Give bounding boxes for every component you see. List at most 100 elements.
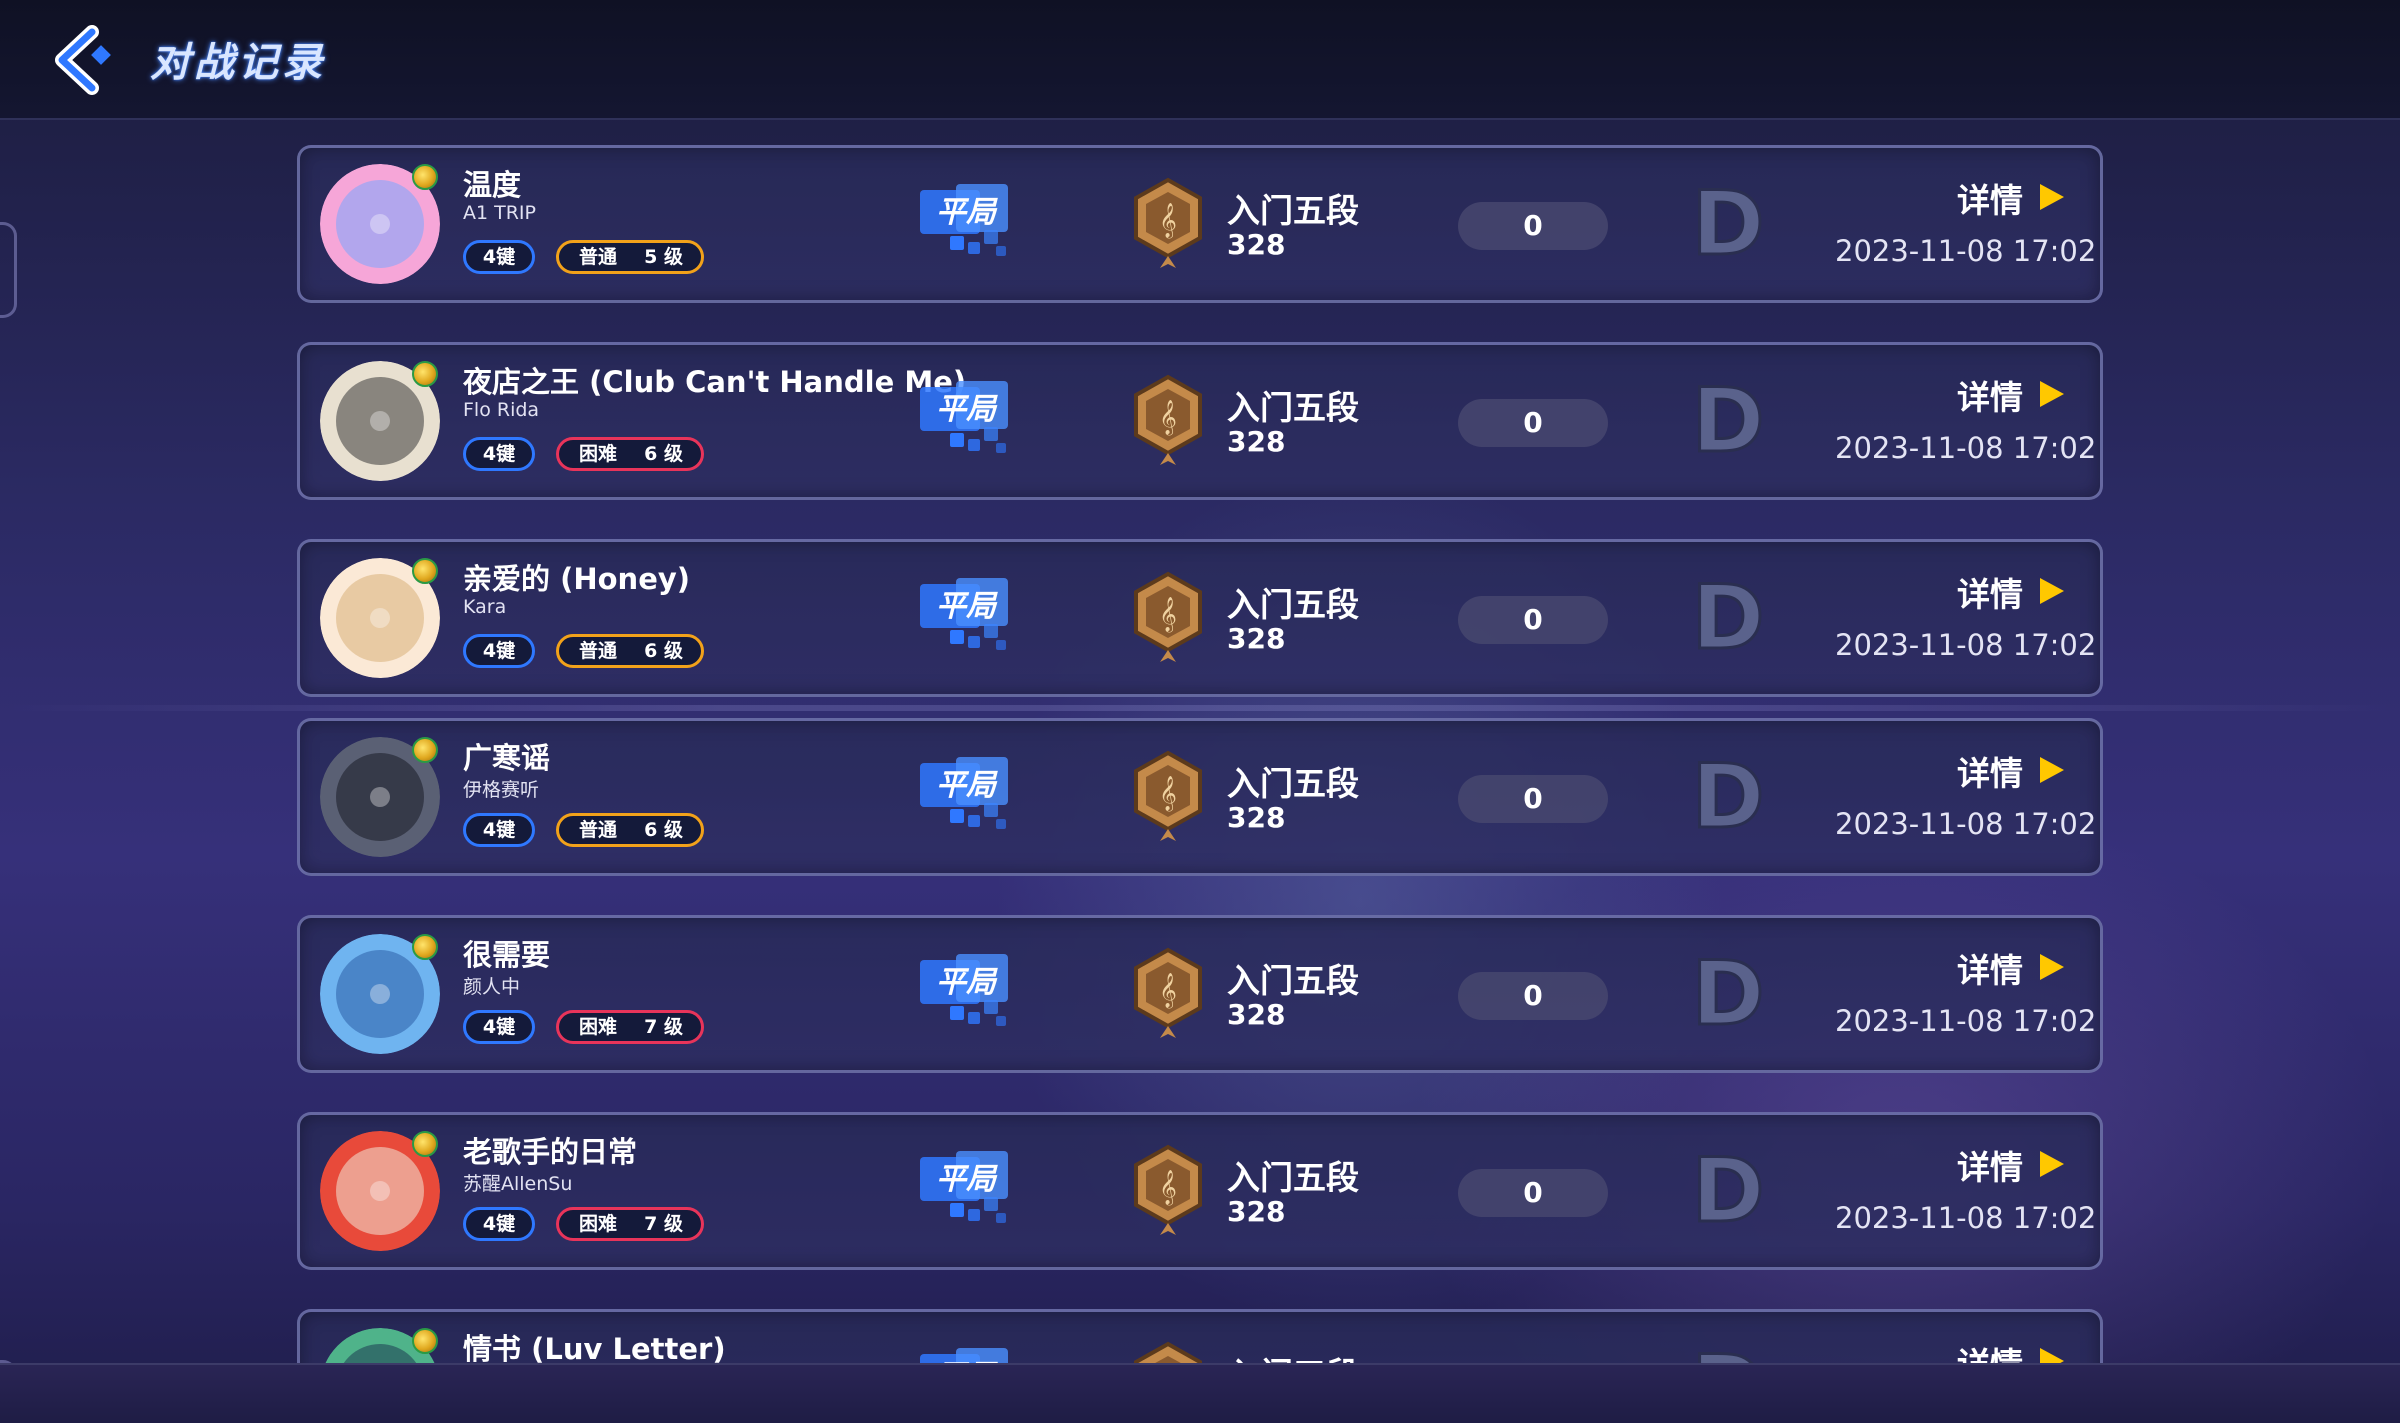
svg-text:平局: 平局 — [936, 768, 998, 803]
difficulty-label: 普通 — [579, 819, 618, 841]
grade-icon: D — [1688, 171, 1768, 277]
match-score: 0 — [1458, 972, 1608, 1020]
song-title: 老歌手的日常 — [463, 1135, 638, 1169]
svg-text:D: D — [1691, 948, 1764, 1038]
play-arrow-icon[interactable] — [2038, 755, 2066, 785]
svg-text:平局: 平局 — [936, 1162, 998, 1197]
rank-name: 入门五段 — [1227, 764, 1359, 803]
grade-icon: D — [1688, 941, 1768, 1047]
rank-name: 入门五段 — [1227, 1348, 1359, 1363]
svg-text:D: D — [1691, 1342, 1764, 1363]
artist-name: Flo Rida — [463, 399, 540, 421]
difficulty-badge: 困难 6 级 — [556, 437, 704, 471]
record-row[interactable]: 老歌手的日常 苏醒AllenSu 4键 困难 7 级 平局 𝄞 入门五段 328… — [297, 1112, 2103, 1270]
record-row[interactable]: 很需要 颜人中 4键 困难 7 级 平局 𝄞 入门五段 328 0 D 详情 2… — [297, 915, 2103, 1073]
record-row[interactable]: 广寒谣 伊格赛听 4键 普通 6 级 平局 𝄞 入门五段 328 0 D 详情 … — [297, 718, 2103, 876]
detail-link[interactable]: 详情 — [1957, 1141, 2023, 1189]
rank-points: 328 — [1227, 1195, 1286, 1228]
play-arrow-icon[interactable] — [2038, 952, 2066, 982]
svg-text:𝄞: 𝄞 — [1159, 776, 1177, 812]
difficulty-label: 困难 — [579, 1016, 618, 1038]
svg-text:𝄞: 𝄞 — [1159, 400, 1177, 436]
match-timestamp: 2023-11-08 17:02 — [1835, 431, 2097, 465]
svg-text:𝄞: 𝄞 — [1159, 1170, 1177, 1206]
key-mode-badge: 4键 — [463, 634, 535, 668]
play-arrow-icon[interactable] — [2038, 1149, 2066, 1179]
record-row[interactable]: 亲爱的 (Honey) Kara 4键 普通 6 级 平局 𝄞 入门五段 328… — [297, 539, 2103, 697]
svg-text:𝄞: 𝄞 — [1159, 597, 1177, 633]
difficulty-level: 5 级 — [644, 246, 683, 268]
coin-badge-icon — [412, 1328, 438, 1354]
record-list[interactable]: 温度 A1 TRIP 4键 普通 5 级 平局 𝄞 入门五段 328 0 D 详… — [297, 145, 2103, 1363]
detail-link[interactable]: 详情 — [1957, 1338, 2023, 1363]
draw-result-icon: 平局 — [920, 1147, 1012, 1231]
difficulty-label: 困难 — [579, 443, 618, 465]
back-chevron-icon — [55, 25, 111, 95]
page-title: 对战记录 — [150, 40, 326, 86]
artist-name: 颜人中 — [463, 976, 521, 998]
svg-text:平局: 平局 — [936, 195, 998, 230]
detail-link[interactable]: 详情 — [1957, 371, 2023, 419]
coin-badge-icon — [412, 737, 438, 763]
difficulty-badge: 普通 6 级 — [556, 813, 704, 847]
svg-text:D: D — [1691, 1145, 1764, 1235]
bottom-bar — [0, 1363, 2400, 1423]
battle-records-screen: { "header": { "title": "对战记录" }, "record… — [0, 0, 2400, 1423]
draw-result-icon: 平局 — [920, 753, 1012, 837]
match-timestamp: 2023-11-08 17:02 — [1835, 1004, 2097, 1038]
rank-points: 328 — [1227, 622, 1286, 655]
rank-points: 328 — [1227, 998, 1286, 1031]
svg-text:平局: 平局 — [936, 589, 998, 624]
rank-badge-icon: 𝄞 — [1130, 749, 1206, 845]
svg-text:D: D — [1691, 751, 1764, 841]
match-score: 0 — [1458, 399, 1608, 447]
grade-icon: D — [1688, 565, 1768, 671]
match-timestamp: 2023-11-08 17:02 — [1835, 234, 2097, 268]
song-title: 夜店之王 (Club Can't Handle Me) — [463, 365, 967, 399]
key-mode-badge: 4键 — [463, 437, 535, 471]
record-row[interactable]: 温度 A1 TRIP 4键 普通 5 级 平局 𝄞 入门五段 328 0 D 详… — [297, 145, 2103, 303]
song-title: 亲爱的 (Honey) — [463, 562, 691, 596]
svg-text:D: D — [1691, 178, 1764, 268]
rank-name: 入门五段 — [1227, 191, 1359, 230]
match-score: 0 — [1458, 596, 1608, 644]
svg-text:𝄞: 𝄞 — [1159, 973, 1177, 1009]
match-timestamp: 2023-11-08 17:02 — [1835, 1201, 2097, 1235]
draw-result-icon: 平局 — [920, 574, 1012, 658]
svg-text:D: D — [1691, 375, 1764, 465]
rank-points: 328 — [1227, 801, 1286, 834]
record-row[interactable]: 夜店之王 (Club Can't Handle Me) Flo Rida 4键 … — [297, 342, 2103, 500]
detail-link[interactable]: 详情 — [1957, 568, 2023, 616]
detail-link[interactable]: 详情 — [1957, 944, 2023, 992]
grade-icon: D — [1688, 1335, 1768, 1364]
rank-name: 入门五段 — [1227, 585, 1359, 624]
difficulty-label: 困难 — [579, 1213, 618, 1235]
rank-badge-icon: 𝄞 — [1130, 1143, 1206, 1239]
coin-badge-icon — [412, 361, 438, 387]
back-button[interactable] — [44, 24, 120, 96]
song-title: 情书 (Luv Letter) — [463, 1332, 726, 1363]
coin-badge-icon — [412, 934, 438, 960]
grade-icon: D — [1688, 744, 1768, 850]
match-timestamp: 2023-11-08 17:02 — [1835, 628, 2097, 662]
song-title: 温度 — [463, 168, 522, 202]
play-arrow-icon[interactable] — [2038, 1346, 2066, 1363]
draw-result-icon: 平局 — [920, 180, 1012, 264]
grade-icon: D — [1688, 368, 1768, 474]
record-row[interactable]: 情书 (Luv Letter) DJ.Okawari 平局 𝄞 — [297, 1309, 2103, 1363]
difficulty-badge: 困难 7 级 — [556, 1010, 704, 1044]
detail-link[interactable]: 详情 — [1957, 747, 2023, 795]
song-title: 广寒谣 — [463, 741, 551, 775]
play-arrow-icon[interactable] — [2038, 576, 2066, 606]
rank-badge-icon: 𝄞 — [1130, 373, 1206, 469]
key-mode-badge: 4键 — [463, 240, 535, 274]
left-edge-decoration — [0, 222, 17, 318]
draw-result-icon: 平局 — [920, 377, 1012, 461]
play-arrow-icon[interactable] — [2038, 182, 2066, 212]
artist-name: 苏醒AllenSu — [463, 1173, 573, 1195]
rank-badge-icon: 𝄞 — [1130, 946, 1206, 1042]
play-arrow-icon[interactable] — [2038, 379, 2066, 409]
match-score: 0 — [1458, 775, 1608, 823]
detail-link[interactable]: 详情 — [1957, 174, 2023, 222]
difficulty-level: 6 级 — [644, 819, 683, 841]
